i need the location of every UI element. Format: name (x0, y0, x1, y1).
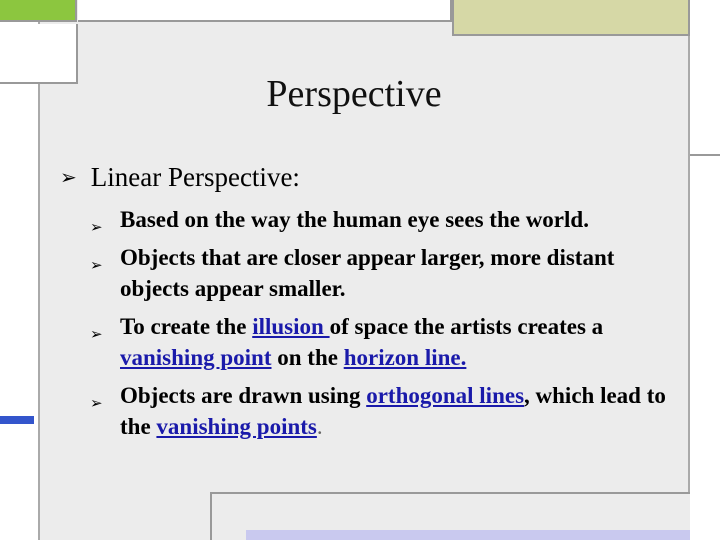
green-accent-block (0, 0, 77, 22)
sub-bullet-text: Objects that are closer appear larger, m… (120, 245, 615, 301)
olive-accent-block (452, 0, 690, 36)
sub-bullet-text: on the (271, 345, 344, 370)
vanishing-points-link[interactable]: vanishing points (156, 414, 316, 439)
arrow-bullet-icon: ➢ (90, 218, 103, 236)
main-bullet-text: Linear Perspective: (90, 162, 300, 192)
sub-bullet-text: To create the (120, 314, 253, 339)
arrow-bullet-icon: ➢ (90, 325, 103, 343)
sub-bullet-item: ➢ Objects that are closer appear larger,… (90, 242, 680, 304)
top-white-block (78, 0, 452, 22)
left-margin-strip (0, 84, 38, 540)
arrow-bullet-icon: ➢ (90, 256, 103, 274)
sub-bullet-item: ➢ To create the illusion of space the ar… (90, 311, 680, 373)
horizon-line-link[interactable]: horizon line. (344, 345, 467, 370)
illusion-link[interactable]: illusion (252, 314, 329, 339)
right-margin-strip (690, 0, 720, 540)
right-divider-line (690, 154, 720, 156)
sub-bullet-text: of space the artists creates a (329, 314, 604, 339)
main-bullet: ➢ Linear Perspective: (60, 162, 300, 193)
sub-bullet-text: Based on the way the human eye sees the … (120, 207, 589, 232)
vanishing-point-link[interactable]: vanishing point (120, 345, 272, 370)
sub-bullet-text: . (316, 414, 323, 439)
orthogonal-lines-link[interactable]: orthogonal lines (366, 383, 524, 408)
arrow-bullet-icon: ➢ (90, 394, 103, 412)
arrow-bullet-icon: ➢ (60, 165, 77, 189)
sub-bullet-text: Objects are drawn using (120, 383, 367, 408)
sub-bullet-list: ➢ Based on the way the human eye sees th… (90, 204, 680, 449)
lavender-accent-strip (246, 530, 690, 540)
sub-bullet-item: ➢ Objects are drawn using orthogonal lin… (90, 380, 680, 442)
slide-title: Perspective (266, 73, 442, 115)
blue-accent-block (0, 416, 34, 424)
sub-bullet-item: ➢ Based on the way the human eye sees th… (90, 204, 680, 236)
